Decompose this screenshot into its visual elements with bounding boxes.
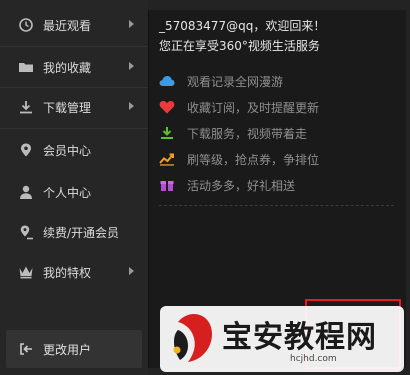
sidebar-item-label: 最近观看 [43,18,92,33]
folder-icon [18,59,34,75]
greeting-service-line: 您正在享受360°视频生活服务 [159,39,320,53]
trend-icon [159,151,175,167]
sidebar-item-renew-membership[interactable]: 续费/开通会员 [0,212,148,252]
logout-icon [18,341,34,357]
divider [0,128,148,129]
sidebar-item-label: 续费/开通会员 [43,225,120,240]
user-icon [18,184,34,200]
sidebar-item-label: 会员中心 [43,143,92,158]
download-icon [159,125,175,141]
feature-text: 活动多多，好礼相送 [187,178,296,193]
change-user-button[interactable]: 更改用户 [6,330,142,368]
download-icon [18,99,34,115]
feature-item: 活动多多，好礼相送 [159,174,399,196]
divider [159,205,394,206]
feature-text: 刷等级，抢点券，争排位 [187,152,320,167]
chevron-right-icon [129,62,134,70]
greeting-username-line: _57083477@qq，欢迎回来！ [159,19,326,33]
sidebar-item-label: 我的特权 [43,265,92,280]
feature-item: 观看记录全网漫游 [159,70,399,92]
greeting: _57083477@qq，欢迎回来！ 您正在享受360°视频生活服务 [159,16,325,56]
sidebar-item-label: 个人中心 [43,185,92,200]
chevron-right-icon [129,102,134,110]
sidebar-item-member-center[interactable]: 会员中心 [0,130,148,170]
feature-item: 下载服务，视频带着走 [159,122,399,144]
sidebar-item-label: 下载管理 [43,100,92,115]
sidebar-item-privileges[interactable]: 我的特权 [0,252,148,292]
feature-text: 观看记录全网漫游 [187,74,284,89]
gift-icon [159,177,175,193]
sidebar-item-personal-center[interactable]: 个人中心 [0,172,148,212]
watermark-title: 宝安教程网 [222,320,377,355]
watermark-url: hcjhd.com [290,354,337,364]
feature-text: 收藏订阅，及时提醒更新 [187,100,320,115]
watermark: 宝安教程网 hcjhd.com [160,306,404,372]
sidebar-item-recent[interactable]: 最近观看 [0,5,148,45]
change-user-label: 更改用户 [43,342,92,357]
sidebar-item-downloads[interactable]: 下载管理 [0,87,148,127]
chevron-right-icon [129,267,134,275]
watermark-logo-icon [173,314,212,362]
sidebar-item-label: 我的收藏 [43,60,92,75]
feature-item: 收藏订阅，及时提醒更新 [159,96,399,118]
location-pin-icon [18,142,34,158]
renew-pin-icon [18,224,34,240]
chevron-right-icon [129,20,134,28]
heart-icon [159,99,175,115]
crown-icon [18,264,34,280]
feature-item: 刷等级，抢点券，争排位 [159,148,399,170]
sidebar-item-favorites[interactable]: 我的收藏 [0,47,148,87]
sidebar: 最近观看 我的收藏 下载管理 会员中心 个人中心 续费/开通会员 我的特权 更改… [0,0,148,375]
feature-text: 下载服务，视频带着走 [187,126,308,141]
history-icon [18,17,34,33]
cloud-icon [159,73,175,89]
